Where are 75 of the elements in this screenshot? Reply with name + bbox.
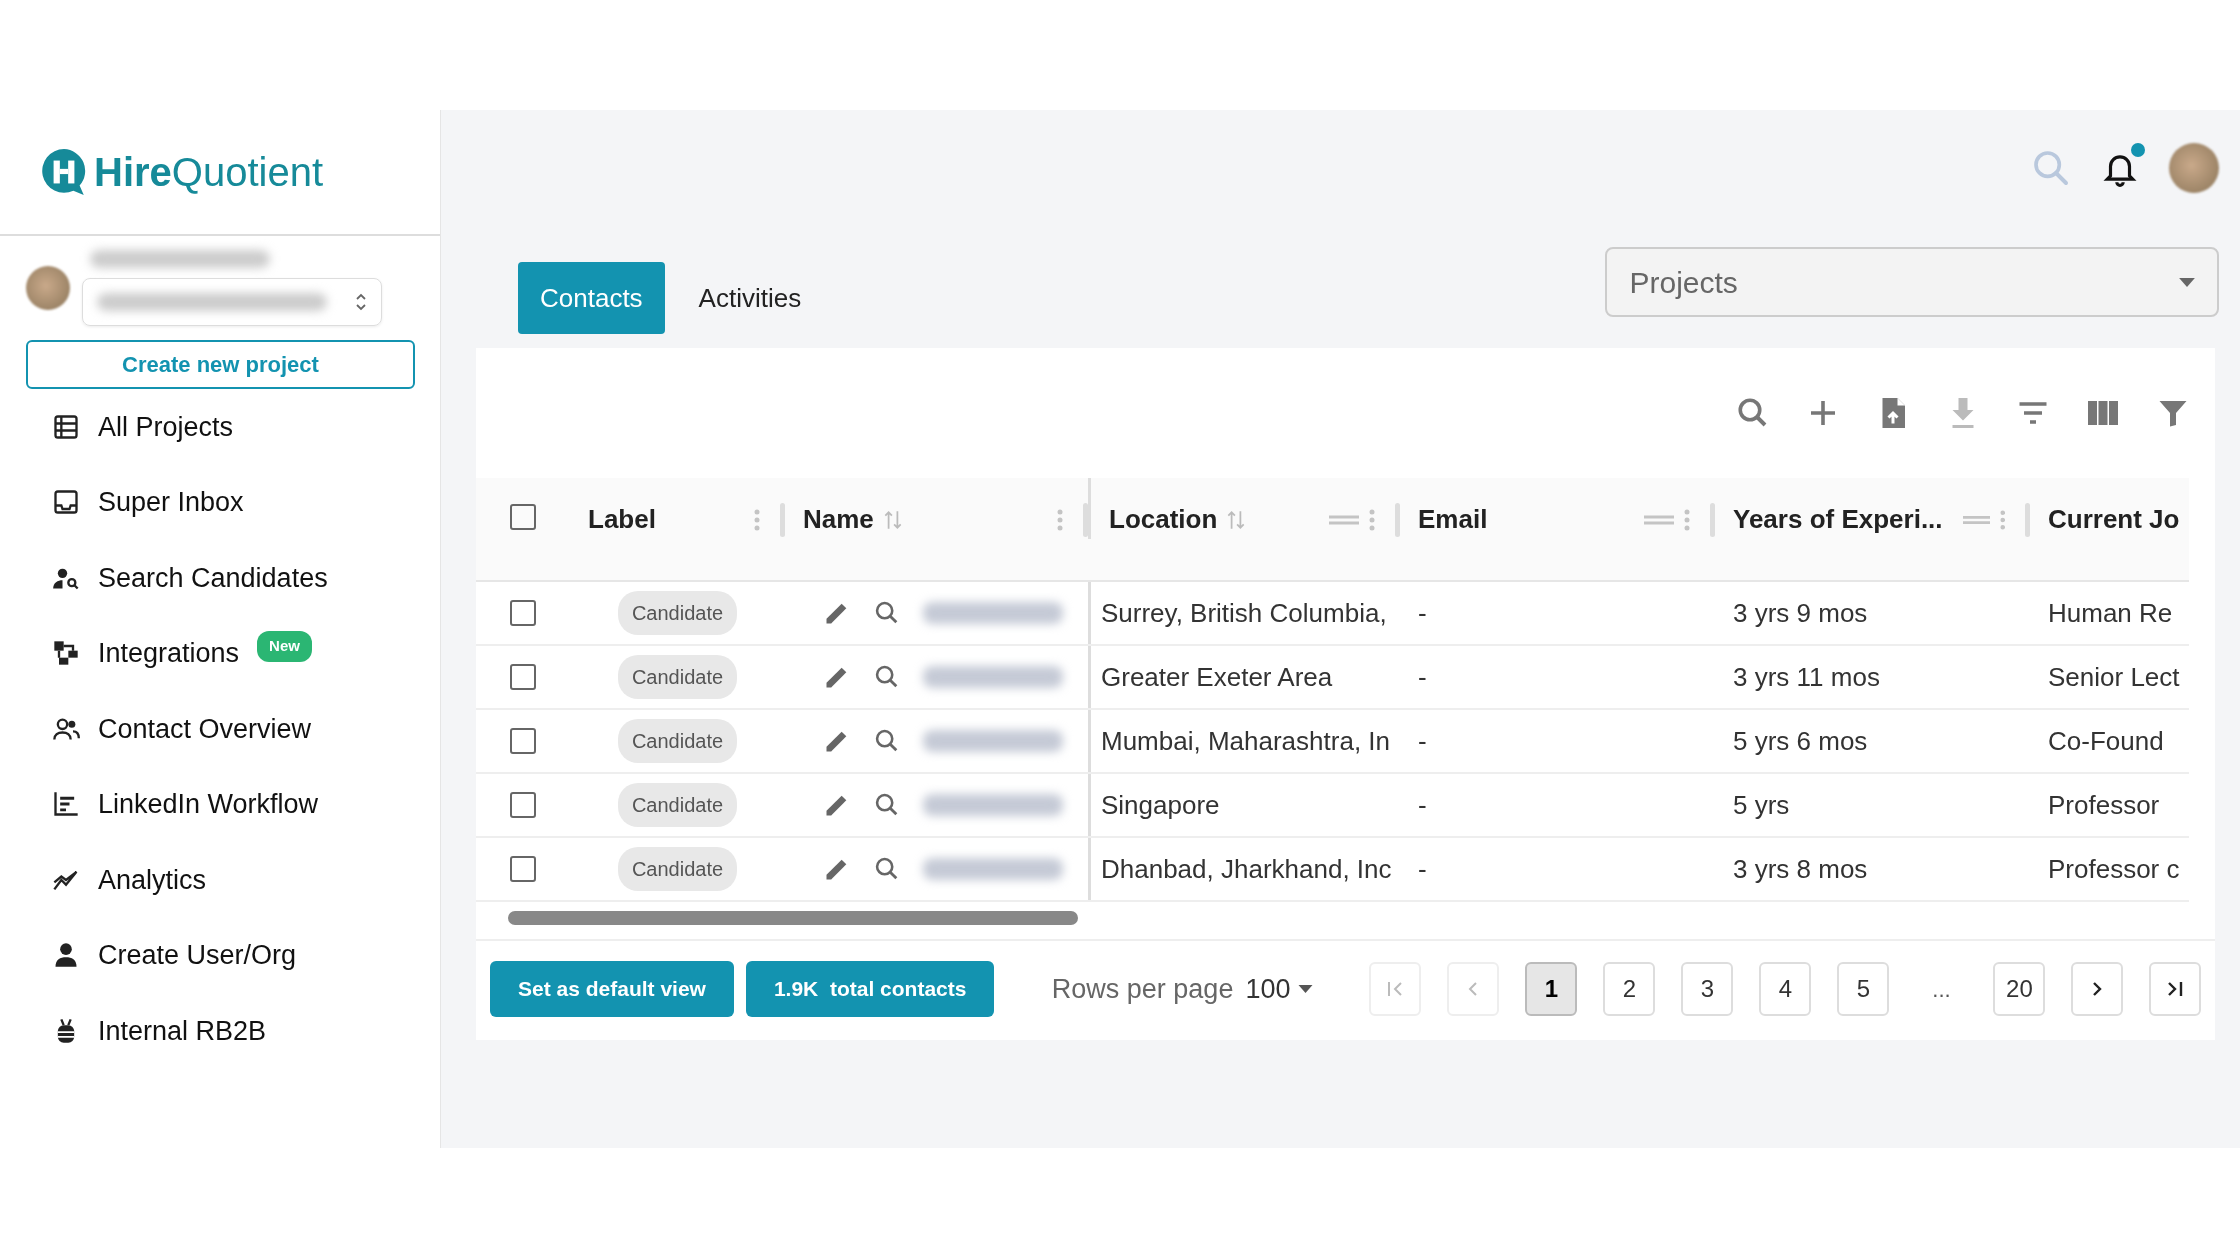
table-cell: Professor <box>2048 789 2160 820</box>
table-cell-text: Dhanbad, Jharkhand, Inc <box>1101 852 1392 886</box>
drag-handle-icon[interactable] <box>1962 513 1990 526</box>
sidebar-item[interactable]: All Projects <box>0 389 440 465</box>
sidebar-item[interactable]: LinkedIn Workflow <box>0 766 440 842</box>
sidebar-item[interactable]: Analytics <box>0 842 440 918</box>
default-view-button[interactable]: Set as default view <box>490 961 734 1017</box>
drag-handle-icon[interactable] <box>1329 513 1359 526</box>
create-project-button[interactable]: Create new project <box>26 340 415 389</box>
bars-icon <box>52 790 80 819</box>
page-button[interactable]: 5 <box>1837 962 1890 1016</box>
table-cell: - <box>1418 853 1427 884</box>
project-select[interactable]: Projects <box>1605 247 2220 317</box>
user-avatar[interactable] <box>2169 142 2220 193</box>
scrollbar-thumb[interactable] <box>508 911 1078 925</box>
column-header[interactable]: Email <box>1418 500 1488 539</box>
column-header[interactable]: Label <box>588 500 656 539</box>
sidebar-item[interactable]: Create User/Org <box>0 917 440 993</box>
drag-handle-icon[interactable] <box>1644 513 1674 526</box>
table-cell: Professor c <box>2048 853 2180 884</box>
table-cell: 3 yrs 11 mos <box>1733 661 1880 692</box>
table-cell: 3 yrs 8 mos <box>1733 853 1868 884</box>
table-cell-text: Singapore <box>1101 788 1220 822</box>
table-cell: 5 yrs <box>1733 789 1790 820</box>
column-header[interactable]: Years of Experi... <box>1733 500 1943 539</box>
sidebar-item[interactable]: Internal RB2B <box>0 993 440 1069</box>
checkbox[interactable] <box>510 504 536 530</box>
column-header[interactable]: Current Jo <box>2048 500 2180 539</box>
table-cell-text: Surrey, British Columbia, <box>1101 596 1387 630</box>
column-header[interactable]: Location <box>1109 500 1218 539</box>
table-cell: - <box>1418 597 1427 628</box>
brand-logo: HireQuotient <box>94 152 324 192</box>
inbox-icon <box>52 488 80 517</box>
table-cell: Co-Found <box>2048 725 2164 756</box>
table-cell: - <box>1418 789 1427 820</box>
caret-icon <box>1298 985 1314 993</box>
column-header[interactable]: Name <box>803 500 874 539</box>
tab[interactable]: Contacts <box>518 262 665 334</box>
checkbox[interactable] <box>510 792 536 818</box>
checkbox[interactable] <box>510 664 536 690</box>
table-cell: Human Re <box>2048 597 2173 628</box>
list-icon <box>52 412 80 441</box>
nodes-icon <box>52 639 80 668</box>
label-tag: Candidate <box>617 847 738 891</box>
table-cell: - <box>1418 725 1427 756</box>
page-button[interactable]: 1 <box>1525 962 1578 1016</box>
label-tag: Candidate <box>617 591 738 635</box>
checkbox[interactable] <box>510 728 536 754</box>
page-button[interactable]: 3 <box>1681 962 1734 1016</box>
caret-icon <box>2179 277 2196 287</box>
label-tag: Candidate <box>617 719 738 763</box>
label-tag: Candidate <box>617 655 738 699</box>
sidebar-item[interactable]: Contact Overview <box>0 691 440 767</box>
total-contacts-button[interactable]: 1.9K total contacts <box>745 961 995 1017</box>
avatar <box>26 266 70 310</box>
checkbox[interactable] <box>510 856 536 882</box>
checkbox[interactable] <box>510 600 536 626</box>
table-cell: Senior Lect <box>2048 661 2180 692</box>
table-cell: - <box>1418 661 1427 692</box>
table-cell-text: Mumbai, Maharashtra, In <box>1101 724 1390 758</box>
new-badge: New <box>257 631 312 662</box>
sidebar-item[interactable]: Super Inbox <box>0 464 440 540</box>
rows-per-page-select[interactable]: 100 <box>1245 968 1314 1010</box>
rows-per-page-label: Rows per page <box>1051 972 1234 1006</box>
page-button[interactable]: 20 <box>1993 962 2046 1016</box>
table-cell-text: Greater Exeter Area <box>1101 660 1333 694</box>
chevron-up-down-icon <box>355 292 367 312</box>
page-button[interactable]: 2 <box>1603 962 1656 1016</box>
page-button[interactable]: 4 <box>1759 962 1812 1016</box>
label-tag: Candidate <box>617 783 738 827</box>
sidebar-item[interactable]: Search Candidates <box>0 540 440 616</box>
table-cell: 5 yrs 6 mos <box>1733 725 1868 756</box>
table-cell: 3 yrs 9 mos <box>1733 597 1868 628</box>
tab[interactable]: Activities <box>676 262 824 334</box>
sidebar-item[interactable]: Integrations New <box>0 615 440 691</box>
